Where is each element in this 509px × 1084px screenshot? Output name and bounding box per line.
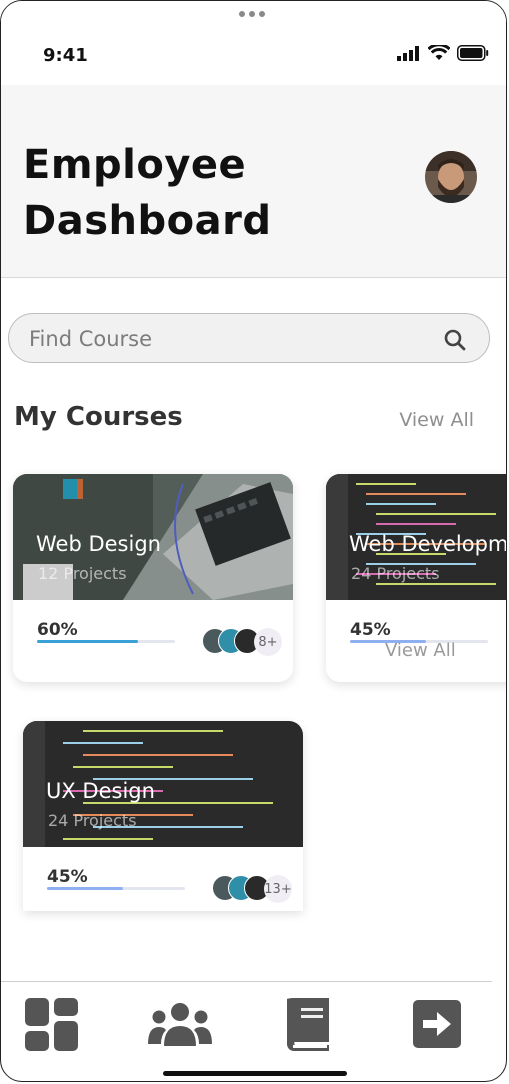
phone-frame: 9:41 Employee Dashboard Find Course My C… <box>0 0 507 1082</box>
course-card-web-development[interactable]: Web Developm 24 Projects 45% View All <box>326 474 507 682</box>
logout-arrow-icon <box>413 1000 461 1048</box>
dashboard-header: Employee Dashboard <box>1 85 506 278</box>
status-time: 9:41 <box>43 45 88 66</box>
progress-fill <box>37 640 138 643</box>
book-icon <box>271 998 329 1051</box>
progress-label: 60% <box>37 620 78 640</box>
avatar-portrait-icon <box>425 151 477 203</box>
status-icons <box>397 45 489 61</box>
course-card-ux-design[interactable]: UX Design 24 Projects 45% 13+ <box>23 721 303 911</box>
course-title: Web Developm <box>349 532 507 556</box>
progress-label: 45% <box>47 867 88 887</box>
member-avatars: 13+ <box>212 875 292 903</box>
search-icon[interactable] <box>443 328 467 352</box>
course-subtitle: 24 Projects <box>48 811 137 830</box>
extra-members-badge: 8+ <box>254 628 282 656</box>
dashboard-grid-icon <box>25 998 78 1051</box>
people-group-icon <box>148 1003 212 1046</box>
search-input[interactable] <box>27 324 431 354</box>
course-title: UX Design <box>46 779 155 803</box>
course-title: Web Design <box>36 532 161 556</box>
wifi-icon <box>428 45 450 60</box>
card-view-all-link[interactable]: View All <box>385 640 456 661</box>
profile-avatar[interactable] <box>425 151 477 203</box>
nav-courses[interactable] <box>271 998 331 1056</box>
course-subtitle: 24 Projects <box>351 564 440 583</box>
progress-bar <box>47 887 185 890</box>
extra-members-badge: 13+ <box>264 875 292 903</box>
nav-logout[interactable] <box>413 1000 461 1052</box>
page-title: Employee Dashboard <box>23 142 272 244</box>
progress-bar <box>37 640 175 643</box>
view-all-link[interactable]: View All <box>399 409 474 431</box>
search-bar[interactable] <box>8 313 490 363</box>
signal-icon <box>397 45 419 61</box>
course-subtitle: 12 Projects <box>38 564 127 583</box>
progress-fill <box>47 887 123 890</box>
nav-dashboard[interactable] <box>25 998 79 1056</box>
status-bar: 9:41 <box>1 1 506 85</box>
bottom-navigation <box>1 981 492 1081</box>
notch-dots-icon <box>239 11 265 17</box>
progress-label: 45% <box>350 620 391 640</box>
section-title-my-courses: My Courses <box>14 402 183 432</box>
member-avatars: 8+ <box>202 628 282 656</box>
course-card-web-design[interactable]: Web Design 12 Projects 60% 8+ <box>13 474 293 682</box>
battery-icon <box>457 45 489 61</box>
nav-team[interactable] <box>148 1002 212 1052</box>
home-indicator <box>163 1071 347 1076</box>
